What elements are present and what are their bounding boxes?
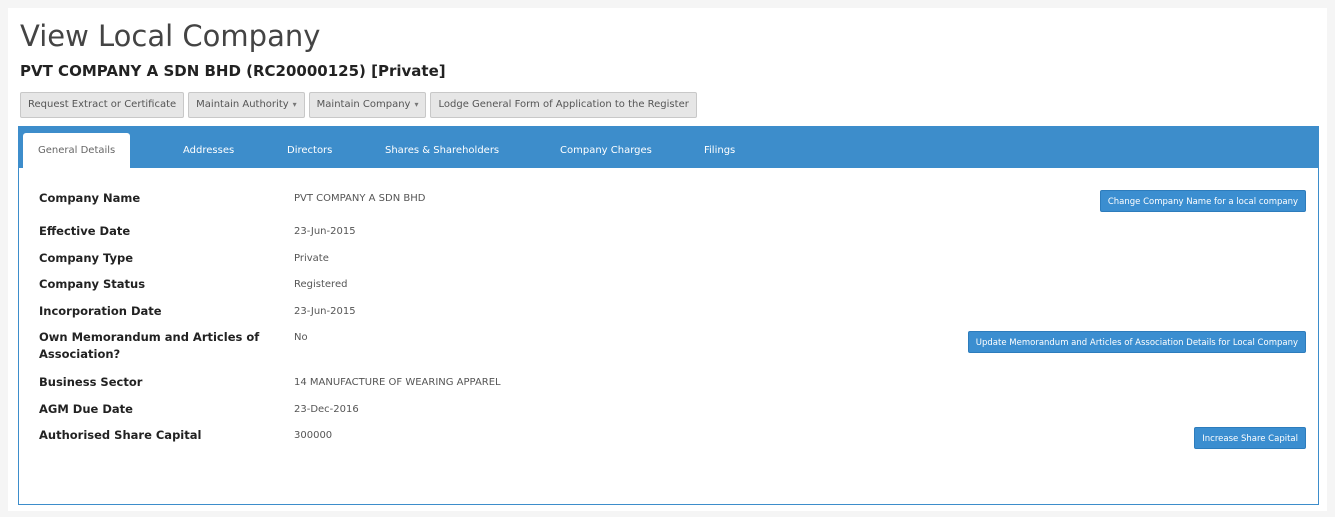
effective-date-value: 23-Jun-2015 <box>294 226 356 237</box>
own-memorandum-label: Own Memorandum and Articles of Associati… <box>39 330 260 361</box>
lodge-general-form-button[interactable]: Lodge General Form of Application to the… <box>430 92 697 118</box>
update-memorandum-button[interactable]: Update Memorandum and Articles of Associ… <box>967 331 1306 353</box>
business-sector-label: Business Sector <box>39 375 143 389</box>
action-toolbar: Request Extract or Certificate Maintain … <box>20 92 701 118</box>
request-extract-label: Request Extract or Certificate <box>28 99 177 110</box>
details-panel: General Details Addresses Directors Shar… <box>18 126 1319 505</box>
company-subtitle: PVT COMPANY A SDN BHD (RC20000125) [Priv… <box>20 62 446 80</box>
authorised-share-capital-value: 300000 <box>294 430 333 441</box>
company-name-label: Company Name <box>39 191 141 205</box>
agm-due-date-label: AGM Due Date <box>39 402 133 416</box>
page-title: View Local Company <box>20 19 321 53</box>
maintain-company-label: Maintain Company <box>316 99 411 110</box>
maintain-company-dropdown[interactable]: Maintain Company ▾ <box>308 92 427 118</box>
tab-company-charges[interactable]: Company Charges <box>560 133 652 168</box>
chevron-down-icon: ▾ <box>292 100 297 109</box>
agm-due-date-value: 23-Dec-2016 <box>294 404 359 415</box>
tab-shares-shareholders[interactable]: Shares & Shareholders <box>385 133 499 168</box>
lodge-general-form-label: Lodge General Form of Application to the… <box>438 99 689 110</box>
request-extract-button[interactable]: Request Extract or Certificate <box>20 92 185 118</box>
tab-addresses[interactable]: Addresses <box>183 133 234 168</box>
company-type-value: Private <box>294 253 329 264</box>
chevron-down-icon: ▾ <box>414 100 419 109</box>
change-company-name-button[interactable]: Change Company Name for a local company <box>1099 190 1306 212</box>
company-status-value: Registered <box>294 279 348 290</box>
tab-directors[interactable]: Directors <box>287 133 332 168</box>
company-type-label: Company Type <box>39 251 134 265</box>
effective-date-label: Effective Date <box>39 224 131 238</box>
company-name-value: PVT COMPANY A SDN BHD <box>294 193 426 204</box>
tab-bar: General Details Addresses Directors Shar… <box>19 127 1318 168</box>
own-memorandum-value: No <box>294 332 308 343</box>
business-sector-value: 14 MANUFACTURE OF WEARING APPAREL <box>294 377 501 388</box>
tab-filings[interactable]: Filings <box>704 133 735 168</box>
maintain-authority-dropdown[interactable]: Maintain Authority ▾ <box>188 92 305 118</box>
incorporation-date-label: Incorporation Date <box>39 304 162 318</box>
page-container: View Local Company PVT COMPANY A SDN BHD… <box>8 8 1327 511</box>
company-status-label: Company Status <box>39 277 146 291</box>
tab-general-details[interactable]: General Details <box>23 133 131 168</box>
increase-share-capital-button[interactable]: Increase Share Capital <box>1194 427 1306 449</box>
incorporation-date-value: 23-Jun-2015 <box>294 306 356 317</box>
authorised-share-capital-label: Authorised Share Capital <box>39 428 202 442</box>
maintain-authority-label: Maintain Authority <box>196 99 289 110</box>
